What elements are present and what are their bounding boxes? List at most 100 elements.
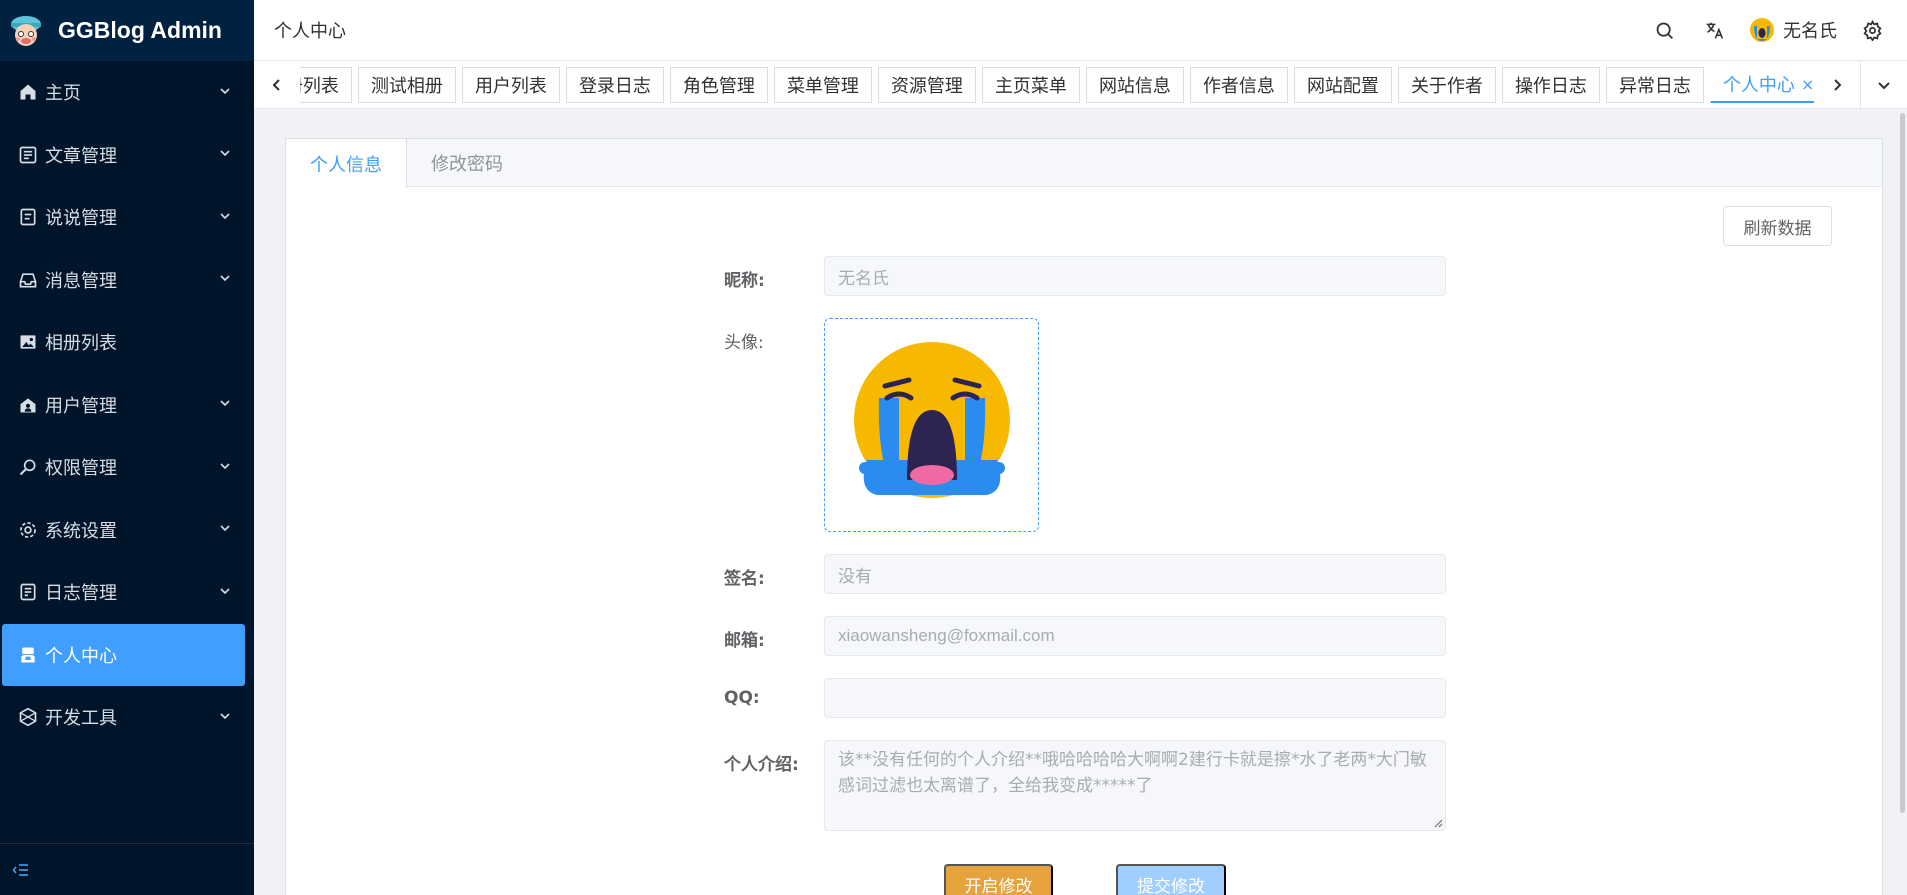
message-icon <box>17 269 39 291</box>
gear-icon[interactable] <box>1860 18 1884 42</box>
tab-item[interactable]: 资源管理 <box>877 66 976 103</box>
sidebar-item-label: 相册列表 <box>45 333 117 355</box>
tab-label: 用户列表 <box>474 75 547 97</box>
sidebar-item-article[interactable]: 文章管理 <box>0 124 254 187</box>
tabs-scroll-left[interactable] <box>254 61 300 109</box>
submit-button[interactable]: 提交修改 <box>1116 864 1226 895</box>
tab-item[interactable]: 主页菜单 <box>981 66 1080 103</box>
enable-edit-button[interactable]: 开启修改 <box>944 864 1053 895</box>
signature-input[interactable]: 没有 <box>824 554 1446 594</box>
chevron-down-icon <box>218 207 232 228</box>
tags-view: 册列表 测试相册 用户列表 登录日志 角色管理 菜单管理 资源管理 主页菜单 网站信息 作者信息 网… <box>254 60 1907 109</box>
sidebar-item-log[interactable]: 日志管理 <box>0 561 254 624</box>
tabs-scroll-right[interactable] <box>1814 61 1860 109</box>
tab-item[interactable]: 操作日志 <box>1501 66 1600 103</box>
tab-change-password[interactable]: 修改密码 <box>407 139 527 187</box>
breadcrumb[interactable]: 个人中心 <box>254 17 1639 43</box>
qq-label: QQ: <box>724 688 760 708</box>
logo[interactable]: GGBlog Admin <box>0 0 254 61</box>
email-input[interactable]: xiaowansheng@foxmail.com <box>824 616 1446 656</box>
sidebar-item-message[interactable]: 消息管理 <box>0 249 254 312</box>
signature-label: 签名: <box>724 569 765 589</box>
chevron-right-icon <box>1834 78 1842 91</box>
tab-item[interactable]: 菜单管理 <box>773 66 872 103</box>
email-label: 邮箱: <box>724 631 765 651</box>
tabs-viewport: 册列表 测试相册 用户列表 登录日志 角色管理 菜单管理 资源管理 主页菜单 网站信息 作者信息 网… <box>299 61 1815 109</box>
refresh-button[interactable]: 刷新数据 <box>1723 206 1832 246</box>
sidebar-item-user[interactable]: 用户管理 <box>0 374 254 437</box>
app-title: GGBlog Admin <box>58 17 222 43</box>
article-icon <box>17 144 39 166</box>
profile-card: 个人信息 修改密码 刷新数据 昵称: 无名氏 头像: 签名: 没有 邮箱: xi… <box>285 138 1883 895</box>
tab-item[interactable]: 关于作者 <box>1397 66 1496 103</box>
avatar-uploader[interactable] <box>824 318 1039 532</box>
chevron-left-icon <box>272 78 280 91</box>
intro-label: 个人介绍: <box>724 755 799 775</box>
form-actions: 开启修改 提交修改 <box>944 864 1226 895</box>
user-name: 无名氏 <box>1783 21 1837 42</box>
sidebar-item-label: 日志管理 <box>45 583 117 605</box>
top-header: 个人中心 无名氏 <box>254 0 1907 61</box>
sidebar: GGBlog Admin 主页文章管理说说管理消息管理相册列表用户管理 权限管理系… <box>0 0 254 895</box>
close-icon[interactable]: × <box>1801 75 1814 94</box>
tab-item[interactable]: 登录日志 <box>565 66 664 103</box>
chevron-down-icon <box>218 269 232 290</box>
intro-textarea[interactable]: 该**没有任何的个人介绍**哦哈哈哈哈大啊啊2建行卡就是擦*水了老两*大门敏感词… <box>824 740 1446 831</box>
chevron-down-icon <box>218 582 232 603</box>
nickname-input[interactable]: 无名氏 <box>824 256 1446 296</box>
signature-row: 签名: 没有 <box>724 554 1464 594</box>
tab-item[interactable]: 测试相册 <box>357 66 456 103</box>
chevron-down-icon <box>218 457 232 478</box>
tab-item[interactable]: 网站信息 <box>1085 66 1184 103</box>
talk-icon <box>17 206 39 228</box>
nickname-label: 昵称: <box>724 271 765 291</box>
sidebar-item-profile[interactable]: 个人中心 <box>2 623 245 686</box>
tab-item[interactable]: 用户列表 <box>461 66 560 103</box>
profile-form: 昵称: 无名氏 头像: 签名: 没有 邮箱: xiaowansheng@foxm… <box>724 256 1464 831</box>
settings-icon <box>17 519 39 541</box>
sidebar-item-label: 说说管理 <box>45 208 117 230</box>
tab-item[interactable]: 册列表 <box>299 66 352 103</box>
sidebar-menu: 主页文章管理说说管理消息管理相册列表用户管理 权限管理 系统设置日志管理个人中心 开发… <box>0 61 254 749</box>
sidebar-item-settings[interactable]: 系统设置 <box>0 499 254 562</box>
tab-item[interactable]: 个人中心 × <box>1709 66 1815 103</box>
tab-item[interactable]: 网站配置 <box>1293 66 1392 103</box>
tab-label: 网站信息 <box>1098 75 1171 97</box>
tab-label: 资源管理 <box>890 75 963 97</box>
scrollbar-thumb[interactable] <box>1900 113 1905 813</box>
tab-profile-info[interactable]: 个人信息 <box>286 139 407 188</box>
translate-icon[interactable] <box>1702 18 1726 42</box>
tab-label: 作者信息 <box>1202 75 1275 97</box>
avatar <box>1750 18 1774 42</box>
user-icon <box>17 394 39 416</box>
tab-label: 菜单管理 <box>786 75 859 97</box>
qq-input[interactable] <box>824 678 1446 718</box>
chevron-down-icon <box>218 707 232 728</box>
tab-item[interactable]: 角色管理 <box>669 66 768 103</box>
resize-handle-icon[interactable] <box>1433 818 1443 828</box>
user-menu[interactable]: 无名氏 <box>1749 17 1837 43</box>
email-row: 邮箱: xiaowansheng@foxmail.com <box>724 616 1464 656</box>
profile-icon <box>17 644 39 666</box>
tab-item[interactable]: 异常日志 <box>1605 66 1704 103</box>
avatar-label: 头像: <box>724 333 764 353</box>
profile-tabs: 个人信息 修改密码 <box>286 139 1882 188</box>
logo-icon <box>11 15 41 46</box>
sidebar-item-picture[interactable]: 相册列表 <box>0 311 254 374</box>
collapse-toggle[interactable] <box>0 843 254 895</box>
chevron-down-icon <box>1878 81 1890 89</box>
search-icon[interactable] <box>1652 18 1676 42</box>
sidebar-item-home[interactable]: 主页 <box>0 61 254 124</box>
tab-label: 操作日志 <box>1514 75 1587 97</box>
intro-text: 该**没有任何的个人介绍**哦哈哈哈哈大啊啊2建行卡就是擦*水了老两*大门敏感词… <box>838 750 1427 796</box>
tab-item[interactable]: 作者信息 <box>1189 66 1288 103</box>
scrollbar[interactable] <box>1897 109 1907 895</box>
sidebar-item-talk[interactable]: 说说管理 <box>0 186 254 249</box>
sidebar-item-label: 消息管理 <box>45 270 117 292</box>
sidebar-item-permission[interactable]: 权限管理 <box>0 436 254 499</box>
sidebar-item-label: 文章管理 <box>45 145 117 167</box>
tabs-more-dropdown[interactable] <box>1861 61 1907 109</box>
sidebar-item-devtools[interactable]: 开发工具 <box>0 686 254 749</box>
tabs-track: 册列表 测试相册 用户列表 登录日志 角色管理 菜单管理 资源管理 主页菜单 网站信息 作者信息 网… <box>299 66 1815 103</box>
tab-label: 网站配置 <box>1306 75 1379 97</box>
